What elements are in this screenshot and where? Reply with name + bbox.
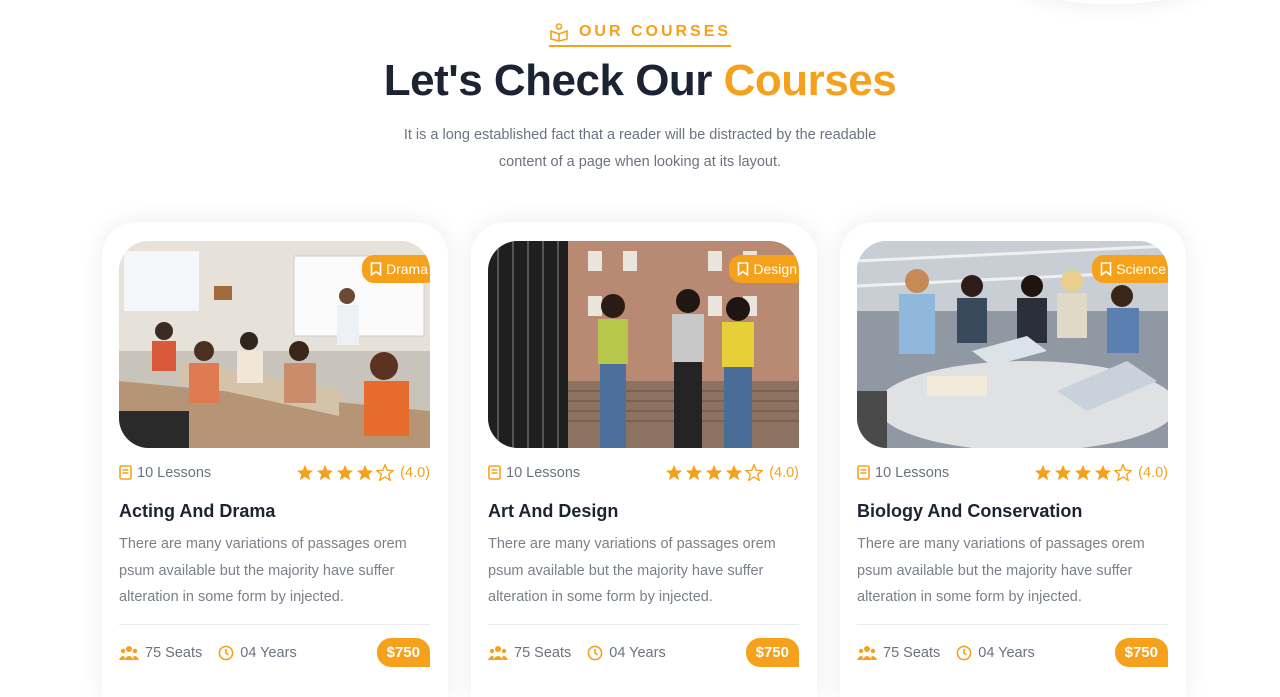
duration-label: 04 Years	[240, 644, 297, 661]
price-badge[interactable]: $750	[1114, 638, 1168, 667]
course-description: There are many variations of passages or…	[488, 536, 776, 605]
star-empty-icon	[745, 464, 764, 481]
star-filled-icon	[297, 464, 314, 481]
book-icon	[119, 465, 132, 480]
course-title[interactable]: Acting And Drama	[119, 501, 275, 522]
seats-label: 75 Seats	[883, 644, 941, 661]
duration-label: 04 Years	[978, 644, 1035, 661]
section-eyebrow: OUR COURSES	[0, 22, 1280, 47]
users-icon	[857, 645, 877, 660]
section-subtitle: It is a long established fact that a rea…	[403, 127, 877, 170]
lessons-count: 10 Lessons	[488, 465, 580, 481]
category-tag-label: Design	[753, 261, 797, 277]
bookmark-icon	[1100, 262, 1112, 276]
course-description: There are many variations of passages or…	[119, 536, 407, 605]
course-card[interactable]: Drama 10 Lessons (4.0) Acting And Drama …	[102, 222, 448, 697]
title-accent: Courses	[723, 56, 897, 105]
course-photo: Design	[488, 241, 799, 448]
course-title[interactable]: Art And Design	[488, 501, 618, 522]
seats-label: 75 Seats	[514, 644, 572, 661]
bookmark-icon	[370, 262, 382, 276]
course-footer: 75 Seats 04 Years $750	[857, 638, 1168, 667]
star-rating: (4.0)	[296, 464, 430, 481]
course-footer: 75 Seats 04 Years $750	[119, 638, 430, 667]
divider	[119, 624, 430, 625]
lessons-label: 10 Lessons	[506, 464, 581, 481]
price-badge[interactable]: $750	[745, 638, 799, 667]
course-card[interactable]: Science 10 Lessons (4.0) Biology And Con…	[840, 222, 1186, 697]
star-filled-icon	[317, 464, 334, 481]
star-filled-icon	[357, 464, 374, 481]
star-rating: (4.0)	[1034, 464, 1168, 481]
star-filled-icon	[686, 464, 703, 481]
star-filled-icon	[666, 464, 683, 481]
clock-icon	[956, 645, 972, 660]
star-filled-icon	[1035, 464, 1052, 481]
star-filled-icon	[1075, 464, 1092, 481]
star-filled-icon	[337, 464, 354, 481]
course-meta: 10 Lessons (4.0)	[488, 464, 799, 481]
category-tag-label: Science	[1116, 261, 1166, 277]
duration-info: 04 Years	[956, 644, 1035, 661]
book-icon	[857, 465, 870, 480]
rating-value: (4.0)	[1138, 464, 1168, 481]
course-footer: 75 Seats 04 Years $750	[488, 638, 799, 667]
star-filled-icon	[1055, 464, 1072, 481]
decorative-glow	[1020, 0, 1200, 4]
divider	[488, 624, 799, 625]
duration-info: 04 Years	[218, 644, 297, 661]
price-badge[interactable]: $750	[376, 638, 430, 667]
seats-info: 75 Seats	[119, 645, 202, 661]
course-meta: 10 Lessons (4.0)	[857, 464, 1168, 481]
category-tag[interactable]: Drama	[361, 255, 430, 283]
clock-icon	[218, 645, 234, 660]
seats-info: 75 Seats	[857, 645, 940, 661]
star-filled-icon	[726, 464, 743, 481]
book-icon	[488, 465, 501, 480]
category-tag-label: Drama	[385, 261, 428, 277]
category-tag[interactable]: Design	[729, 255, 799, 283]
title-main: Let's Check Our	[383, 56, 724, 105]
lessons-label: 10 Lessons	[875, 464, 950, 481]
star-empty-icon	[376, 464, 395, 481]
clock-icon	[587, 645, 603, 660]
lessons-count: 10 Lessons	[857, 465, 949, 481]
rating-value: (4.0)	[769, 464, 799, 481]
course-title[interactable]: Biology And Conservation	[857, 501, 1082, 522]
seats-label: 75 Seats	[145, 644, 203, 661]
course-meta: 10 Lessons (4.0)	[119, 464, 430, 481]
duration-label: 04 Years	[609, 644, 666, 661]
star-filled-icon	[706, 464, 723, 481]
bookmark-icon	[738, 262, 749, 276]
course-card[interactable]: Design 10 Lessons (4.0) Art And Design T…	[471, 222, 817, 697]
users-icon	[119, 645, 139, 660]
lessons-count: 10 Lessons	[119, 465, 211, 481]
book-reader-icon	[550, 23, 568, 42]
rating-value: (4.0)	[400, 464, 430, 481]
category-tag[interactable]: Science	[1092, 255, 1168, 283]
course-photo: Drama	[119, 241, 430, 448]
divider	[857, 624, 1168, 625]
seats-info: 75 Seats	[488, 645, 571, 661]
star-empty-icon	[1114, 464, 1133, 481]
duration-info: 04 Years	[587, 644, 666, 661]
course-photo: Science	[857, 241, 1168, 448]
lessons-label: 10 Lessons	[137, 464, 212, 481]
eyebrow-label: OUR COURSES	[578, 23, 732, 40]
page-title: Let's Check Our Courses	[0, 56, 1280, 106]
users-icon	[488, 645, 508, 660]
star-rating: (4.0)	[665, 464, 799, 481]
star-filled-icon	[1095, 464, 1112, 481]
course-description: There are many variations of passages or…	[857, 536, 1145, 605]
